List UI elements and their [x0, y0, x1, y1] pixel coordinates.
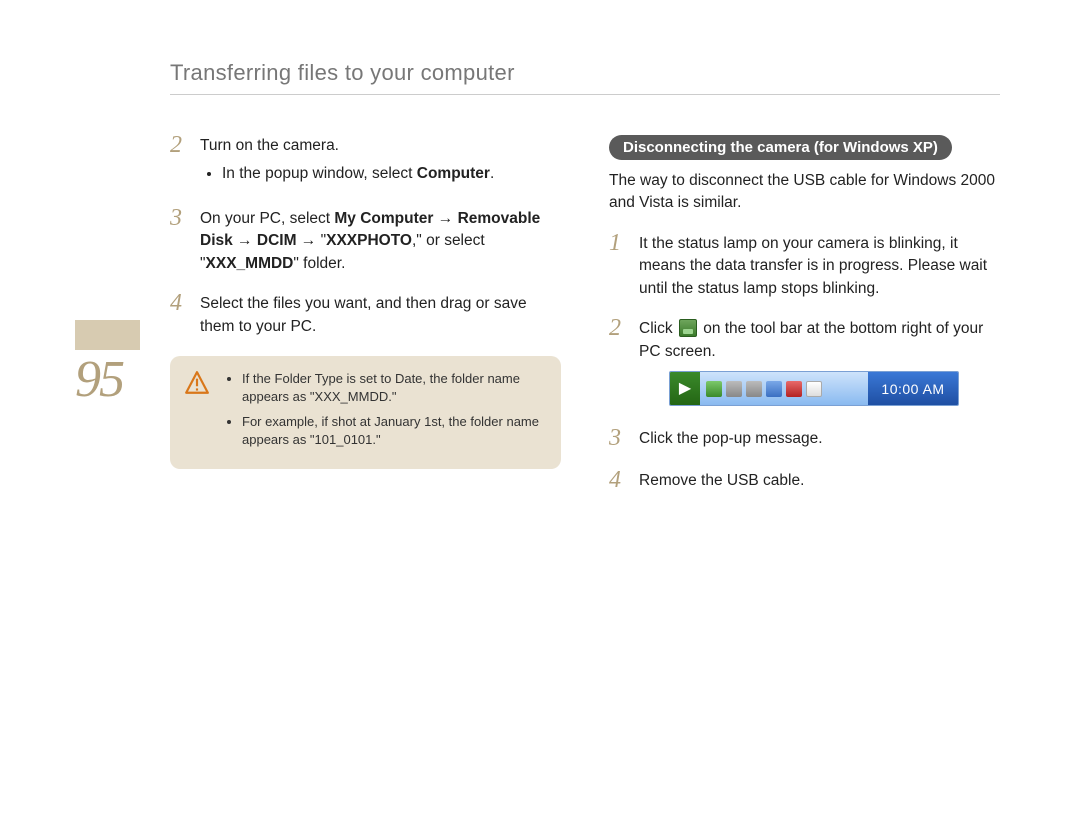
- step-body: It the status lamp on your camera is bli…: [639, 233, 1000, 300]
- tray-icon: [706, 381, 722, 397]
- windows-taskbar-illustration: ▶ 10:00 AM: [669, 371, 959, 406]
- section-heading-pill: Disconnecting the camera (for Windows XP…: [609, 135, 952, 160]
- text: On your PC, select: [200, 210, 334, 227]
- text: " folder.: [293, 255, 345, 272]
- tray-icon: [746, 381, 762, 397]
- arrow-icon: →: [433, 210, 457, 227]
- right-step-2: 2 Click on the tool bar at the bottom ri…: [609, 318, 1000, 410]
- bold-text: XXX_MMDD: [206, 255, 294, 272]
- step-body: Remove the USB cable.: [639, 470, 1000, 492]
- note-list: If the Folder Type is set to Date, the f…: [242, 370, 543, 455]
- step-text: It the status lamp on your camera is bli…: [639, 235, 987, 297]
- header-rule: [170, 94, 1000, 95]
- section-intro: The way to disconnect the USB cable for …: [609, 170, 1000, 215]
- step-text: Click the pop-up message.: [639, 430, 823, 447]
- left-column: 2 Turn on the camera. In the popup windo…: [170, 135, 561, 512]
- right-step-1: 1 It the status lamp on your camera is b…: [609, 233, 1000, 300]
- tray-icon: [786, 381, 802, 397]
- step-bullets: In the popup window, select Computer.: [222, 163, 561, 185]
- list-item: For example, if shot at January 1st, the…: [242, 413, 543, 449]
- step-number: 4: [609, 468, 627, 492]
- step-body: Select the files you want, and then drag…: [200, 293, 561, 338]
- tray-icon: [806, 381, 822, 397]
- page-title: Transferring files to your computer: [170, 60, 1000, 86]
- arrow-icon: →: [296, 232, 320, 249]
- step-body: Click on the tool bar at the bottom righ…: [639, 318, 1000, 410]
- step-number: 2: [170, 133, 188, 157]
- start-button-icon: ▶: [670, 372, 700, 405]
- list-item: In the popup window, select Computer.: [222, 163, 561, 185]
- step-number: 2: [609, 316, 627, 340]
- arrow-icon: →: [233, 232, 257, 249]
- bold-text: My Computer: [334, 210, 433, 227]
- step-number: 3: [609, 426, 627, 450]
- step-text: Turn on the camera.: [200, 137, 339, 154]
- step-text: Select the files you want, and then drag…: [200, 295, 527, 334]
- warning-icon: [184, 370, 210, 396]
- left-step-2: 2 Turn on the camera. In the popup windo…: [170, 135, 561, 190]
- tray-icon: [726, 381, 742, 397]
- step-body: On your PC, select My Computer → Removab…: [200, 208, 561, 275]
- text: Click: [639, 320, 677, 337]
- system-tray: [700, 372, 868, 405]
- step-number: 1: [609, 231, 627, 255]
- step-number: 4: [170, 291, 188, 315]
- content-columns: 2 Turn on the camera. In the popup windo…: [170, 135, 1000, 512]
- tray-icon: [766, 381, 782, 397]
- bold-text: XXXPHOTO: [326, 232, 412, 249]
- page-number: 95: [75, 354, 147, 406]
- taskbar-clock: 10:00 AM: [868, 372, 958, 405]
- page-number-tab: [75, 320, 140, 350]
- right-step-3: 3 Click the pop-up message.: [609, 428, 1000, 452]
- manual-page: Transferring files to your computer 95 2…: [0, 0, 1080, 815]
- right-column: Disconnecting the camera (for Windows XP…: [609, 135, 1000, 512]
- text: .: [490, 165, 494, 182]
- safely-remove-hardware-icon: [679, 319, 697, 337]
- bold-text: DCIM: [257, 232, 297, 249]
- left-step-3: 3 On your PC, select My Computer → Remov…: [170, 208, 561, 275]
- left-step-4: 4 Select the files you want, and then dr…: [170, 293, 561, 338]
- step-number: 3: [170, 206, 188, 230]
- text: In the popup window, select: [222, 165, 417, 182]
- right-step-4: 4 Remove the USB cable.: [609, 470, 1000, 494]
- step-body: Click the pop-up message.: [639, 428, 1000, 450]
- note-box: If the Folder Type is set to Date, the f…: [170, 356, 561, 469]
- list-item: If the Folder Type is set to Date, the f…: [242, 370, 543, 406]
- bold-text: Computer: [417, 165, 490, 182]
- step-body: Turn on the camera. In the popup window,…: [200, 135, 561, 190]
- page-number-block: 95: [75, 320, 147, 406]
- step-text: Remove the USB cable.: [639, 472, 804, 489]
